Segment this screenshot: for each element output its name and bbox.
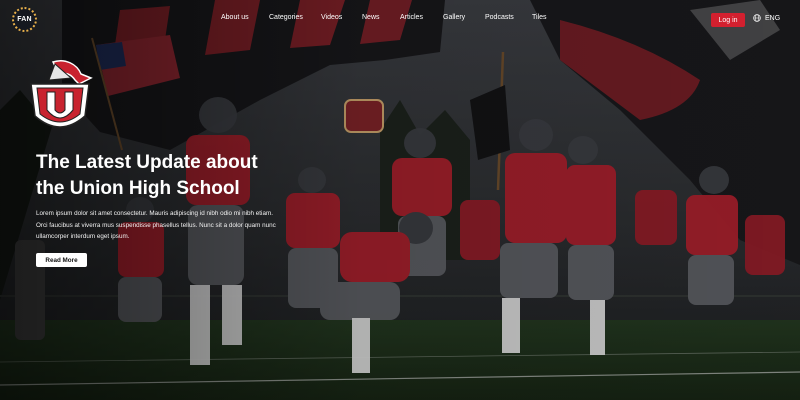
globe-icon <box>753 14 761 22</box>
hero-body-text: Lorem ipsum dolor sit amet consectetur. … <box>36 210 276 240</box>
nav-news[interactable]: News <box>362 14 380 21</box>
hero-headline-line1: The Latest Update about <box>36 152 258 173</box>
hero-headline: The Latest Update about the Union High S… <box>36 150 296 202</box>
main-nav: About us Categories Videos News Articles… <box>0 12 800 28</box>
language-selector[interactable]: ENG <box>753 14 780 22</box>
language-label: ENG <box>765 14 781 22</box>
nav-podcasts[interactable]: Podcasts <box>485 14 514 21</box>
nav-gallery[interactable]: Gallery <box>443 14 465 21</box>
nav-tiles[interactable]: Tiles <box>532 14 547 21</box>
read-more-button[interactable]: Read More <box>36 253 87 267</box>
hero-section: FAN About us Categories Videos News Arti… <box>0 0 800 400</box>
nav-categories[interactable]: Categories <box>269 14 303 21</box>
top-navigation-bar: FAN About us Categories Videos News Arti… <box>0 0 800 40</box>
login-button[interactable]: Log in <box>711 13 745 27</box>
nav-videos[interactable]: Videos <box>321 14 342 21</box>
crest-logo <box>30 60 93 128</box>
nav-articles[interactable]: Articles <box>400 14 423 21</box>
hero-headline-line2: the Union High School <box>36 178 240 199</box>
nav-about-us[interactable]: About us <box>221 14 249 21</box>
